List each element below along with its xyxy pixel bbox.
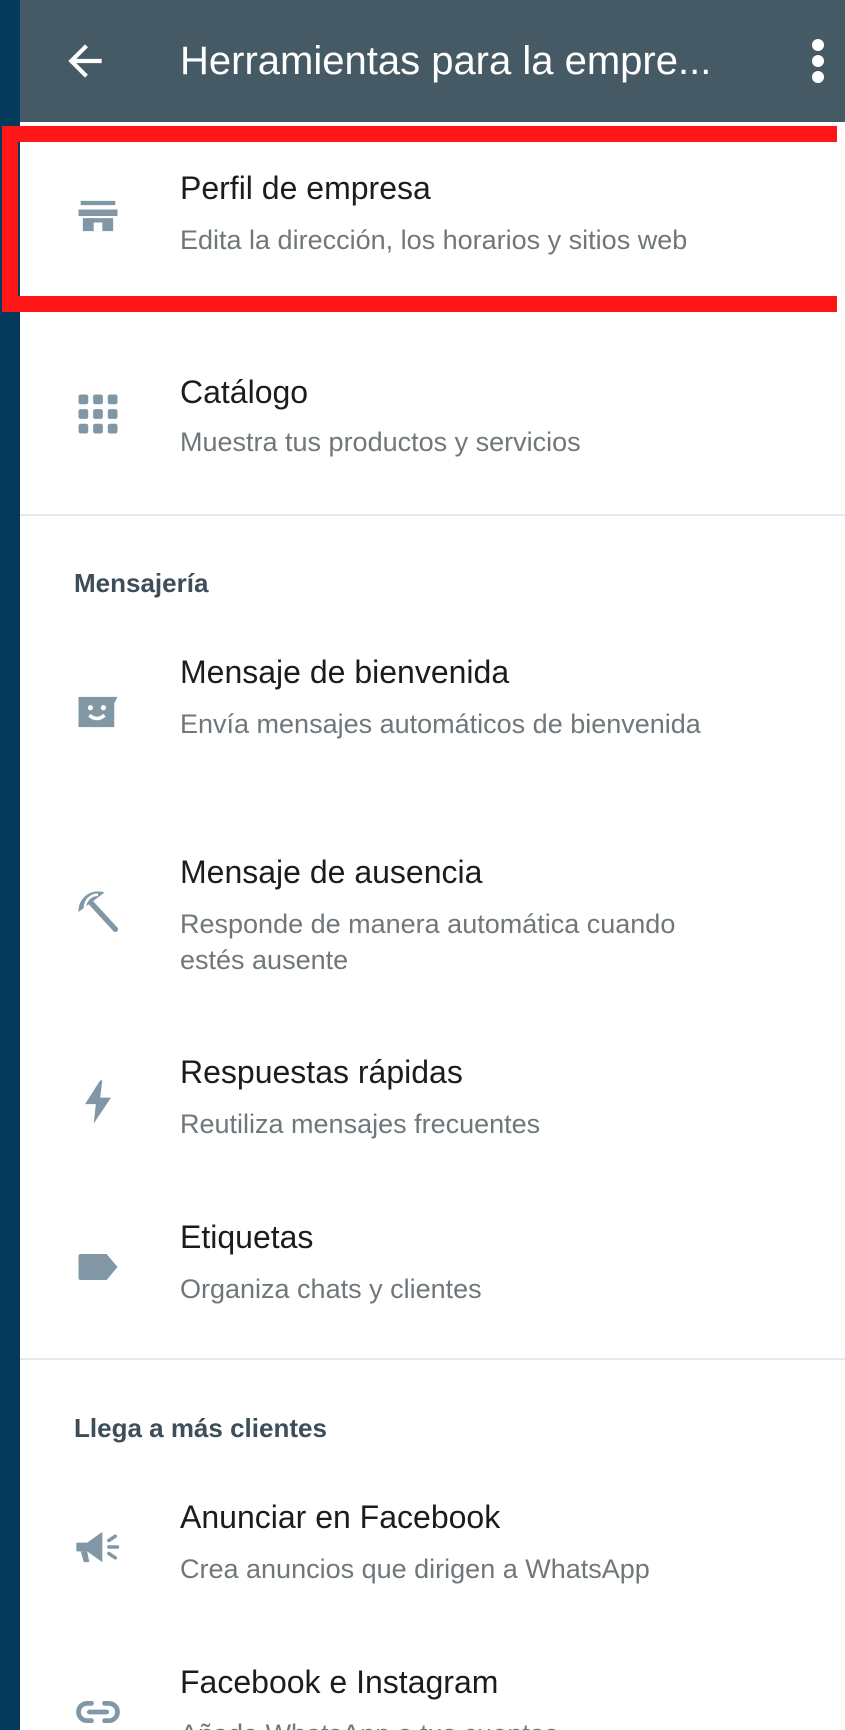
lightning-icon — [85, 1080, 111, 1124]
divider — [20, 1358, 845, 1360]
quick-replies-subtitle: Reutiliza mensajes frecuentes — [180, 1109, 541, 1139]
page-title: Herramientas para la empre... — [180, 39, 712, 83]
facebook-instagram-title: Facebook e Instagram — [180, 1664, 499, 1700]
app-bar: Herramientas para la empre... — [20, 0, 845, 122]
away-message-title: Mensaje de ausencia — [180, 854, 483, 890]
beach-umbrella-icon — [78, 891, 119, 933]
highlight-box — [2, 126, 837, 312]
quick-replies-title: Respuestas rápidas — [180, 1054, 463, 1090]
advertise-facebook-title: Anunciar en Facebook — [180, 1499, 501, 1535]
labels-title: Etiquetas — [180, 1219, 314, 1255]
list-item-away-message[interactable]: Mensaje de ausencia Responde de manera a… — [20, 850, 845, 990]
list-item-facebook-instagram[interactable]: Facebook e Instagram Añade WhatsApp a tu… — [20, 1660, 845, 1730]
catalog-subtitle: Muestra tus productos y servicios — [180, 427, 581, 457]
section-header-reach-customers: Llega a más clientes — [74, 1413, 327, 1443]
greeting-message-subtitle: Envía mensajes automáticos de bienvenida — [180, 709, 701, 739]
list-item-labels[interactable]: Etiquetas Organiza chats y clientes — [20, 1215, 845, 1335]
link-icon — [76, 1700, 120, 1724]
more-vert-icon[interactable] — [808, 38, 828, 84]
list-item-catalog[interactable]: Catálogo Muestra tus productos y servici… — [20, 360, 845, 480]
labels-subtitle: Organiza chats y clientes — [180, 1274, 482, 1304]
greeting-message-title: Mensaje de bienvenida — [180, 654, 510, 690]
label-icon — [78, 1254, 118, 1280]
grid-icon — [78, 394, 118, 434]
divider — [20, 514, 845, 516]
list-item-greeting-message[interactable]: Mensaje de bienvenida Envía mensajes aut… — [20, 650, 845, 790]
arrow-back-icon[interactable] — [60, 36, 110, 86]
catalog-title: Catálogo — [180, 374, 309, 410]
advertise-facebook-subtitle: Crea anuncios que dirigen a WhatsApp — [180, 1554, 650, 1584]
away-message-subtitle: Responde de manera automática cuando est… — [180, 909, 676, 975]
list-item-quick-replies[interactable]: Respuestas rápidas Reutiliza mensajes fr… — [20, 1050, 845, 1170]
greeting-message-icon — [78, 696, 118, 728]
section-header-messaging: Mensajería — [74, 568, 209, 598]
megaphone-icon — [76, 1531, 120, 1563]
list-item-advertise-facebook[interactable]: Anunciar en Facebook Crea anuncios que d… — [20, 1495, 845, 1615]
facebook-instagram-subtitle: Añade WhatsApp a tus cuentas — [180, 1716, 740, 1730]
